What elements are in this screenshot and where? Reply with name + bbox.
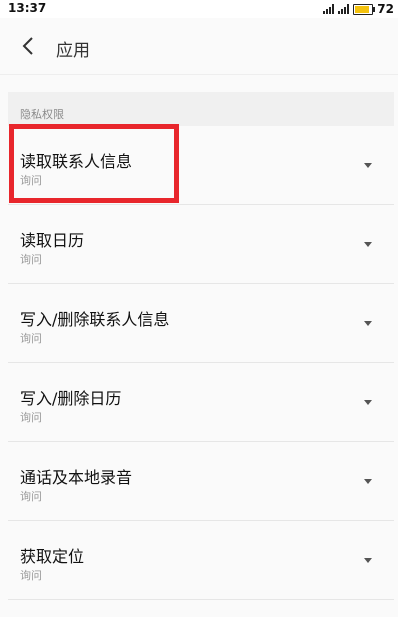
back-button[interactable] xyxy=(14,32,42,60)
nav-bar: 应用 xyxy=(0,18,398,75)
caret-down-icon[interactable] xyxy=(364,479,372,484)
status-time: 13:37 xyxy=(8,1,47,15)
permission-title: 获取定位 xyxy=(20,547,85,566)
permission-item-write-contacts[interactable]: 写入/删除联系人信息 询问 xyxy=(8,284,394,363)
permission-item-location[interactable]: 获取定位 询问 xyxy=(8,521,394,600)
chevron-left-icon xyxy=(22,37,33,55)
permission-item-call-recording[interactable]: 通话及本地录音 询问 xyxy=(8,442,394,521)
caret-down-icon[interactable] xyxy=(364,321,372,326)
caret-down-icon[interactable] xyxy=(364,558,372,563)
caret-down-icon[interactable] xyxy=(364,400,372,405)
section-label: 隐私权限 xyxy=(20,108,64,121)
permission-title: 写入/删除日历 xyxy=(20,389,122,408)
permission-value: 询问 xyxy=(20,411,42,424)
caret-down-icon[interactable] xyxy=(364,242,372,247)
permission-value: 询问 xyxy=(20,253,42,266)
page-title: 应用 xyxy=(56,41,90,61)
permission-title: 读取日历 xyxy=(20,231,85,250)
section-header: 隐私权限 xyxy=(8,92,394,126)
permission-value: 询问 xyxy=(20,569,42,582)
permission-item-read-contacts[interactable]: 读取联系人信息 询问 xyxy=(8,126,394,205)
status-icons: 72 xyxy=(323,1,394,17)
signal-icon-2 xyxy=(338,4,350,14)
permission-title: 通话及本地录音 xyxy=(20,468,133,487)
permission-title: 读取联系人信息 xyxy=(20,152,133,171)
permission-title: 写入/删除联系人信息 xyxy=(20,310,170,329)
permission-item-read-calendar[interactable]: 读取日历 询问 xyxy=(8,205,394,284)
battery-icon xyxy=(353,3,376,15)
permission-list: 读取联系人信息 询问 读取日历 询问 写入/删除联系人信息 询问 写入/删除日历… xyxy=(8,126,394,600)
permission-value: 询问 xyxy=(20,332,42,345)
signal-icon xyxy=(323,4,335,14)
permission-item-write-calendar[interactable]: 写入/删除日历 询问 xyxy=(8,363,394,442)
permission-value: 询问 xyxy=(20,490,42,503)
permission-value: 询问 xyxy=(20,174,42,187)
status-bar: 13:37 72 xyxy=(0,0,398,18)
battery-level: 72 xyxy=(377,2,394,16)
caret-down-icon[interactable] xyxy=(364,163,372,168)
